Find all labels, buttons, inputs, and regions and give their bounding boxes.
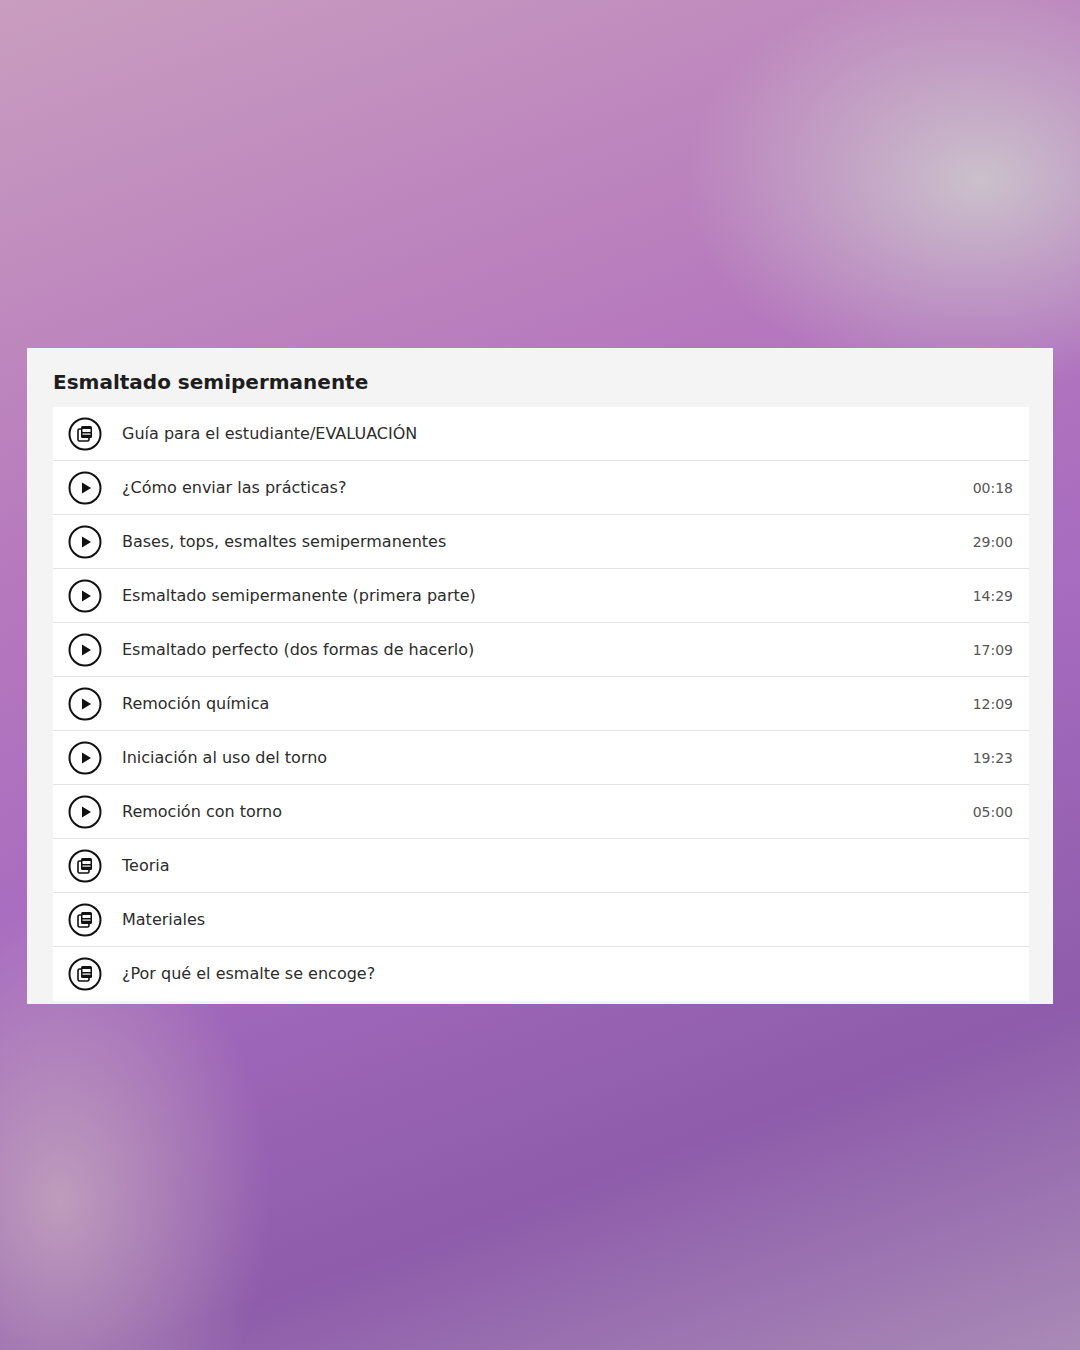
lesson-title: ¿Cómo enviar las prácticas? xyxy=(122,477,953,499)
play-icon xyxy=(68,525,102,559)
pdf-document-icon xyxy=(68,849,102,883)
play-icon xyxy=(68,741,102,775)
lesson-duration: 29:00 xyxy=(973,534,1013,550)
lesson-row[interactable]: Esmaltado perfecto (dos formas de hacerl… xyxy=(53,623,1029,677)
section-title: Esmaltado semipermanente xyxy=(53,370,1029,394)
pdf-document-icon xyxy=(68,957,102,991)
lesson-row[interactable]: Bases, tops, esmaltes semipermanentes 29:… xyxy=(53,515,1029,569)
lesson-duration: 14:29 xyxy=(973,588,1013,604)
lesson-list: Guía para el estudiante/EVALUACIÓN ¿Cómo … xyxy=(53,407,1029,1001)
play-icon xyxy=(68,633,102,667)
lesson-duration: 05:00 xyxy=(973,804,1013,820)
lesson-title: Guía para el estudiante/EVALUACIÓN xyxy=(122,423,1013,445)
lesson-title: Esmaltado semipermanente (primera parte) xyxy=(122,585,953,607)
lesson-title: ¿Por qué el esmalte se encoge? xyxy=(122,963,1013,985)
lesson-title: Iniciación al uso del torno xyxy=(122,747,953,769)
lesson-title: Esmaltado perfecto (dos formas de hacerl… xyxy=(122,639,953,661)
lesson-title: Bases, tops, esmaltes semipermanentes xyxy=(122,531,953,553)
lesson-title: Remoción con torno xyxy=(122,801,953,823)
lesson-title: Teoria xyxy=(122,855,1013,877)
lesson-title: Remoción química xyxy=(122,693,953,715)
play-icon xyxy=(68,471,102,505)
lesson-row[interactable]: Remoción química 12:09 xyxy=(53,677,1029,731)
lesson-duration: 12:09 xyxy=(973,696,1013,712)
play-icon xyxy=(68,795,102,829)
lesson-duration: 00:18 xyxy=(973,480,1013,496)
course-section: Esmaltado semipermanente Guía para el est… xyxy=(27,348,1053,1004)
lesson-row[interactable]: ¿Cómo enviar las prácticas? 00:18 xyxy=(53,461,1029,515)
play-icon xyxy=(68,579,102,613)
background-photo: Esmaltado semipermanente Guía para el est… xyxy=(0,0,1080,1350)
lesson-row[interactable]: Teoria xyxy=(53,839,1029,893)
lesson-row[interactable]: Esmaltado semipermanente (primera parte)… xyxy=(53,569,1029,623)
play-icon xyxy=(68,687,102,721)
lesson-row[interactable]: Guía para el estudiante/EVALUACIÓN xyxy=(53,407,1029,461)
lesson-row[interactable]: ¿Por qué el esmalte se encoge? xyxy=(53,947,1029,1001)
lesson-row[interactable]: Materiales xyxy=(53,893,1029,947)
lesson-row[interactable]: Iniciación al uso del torno 19:23 xyxy=(53,731,1029,785)
lesson-duration: 17:09 xyxy=(973,642,1013,658)
lesson-row[interactable]: Remoción con torno 05:00 xyxy=(53,785,1029,839)
pdf-document-icon xyxy=(68,903,102,937)
lesson-duration: 19:23 xyxy=(973,750,1013,766)
pdf-document-icon xyxy=(68,417,102,451)
lesson-title: Materiales xyxy=(122,909,1013,931)
